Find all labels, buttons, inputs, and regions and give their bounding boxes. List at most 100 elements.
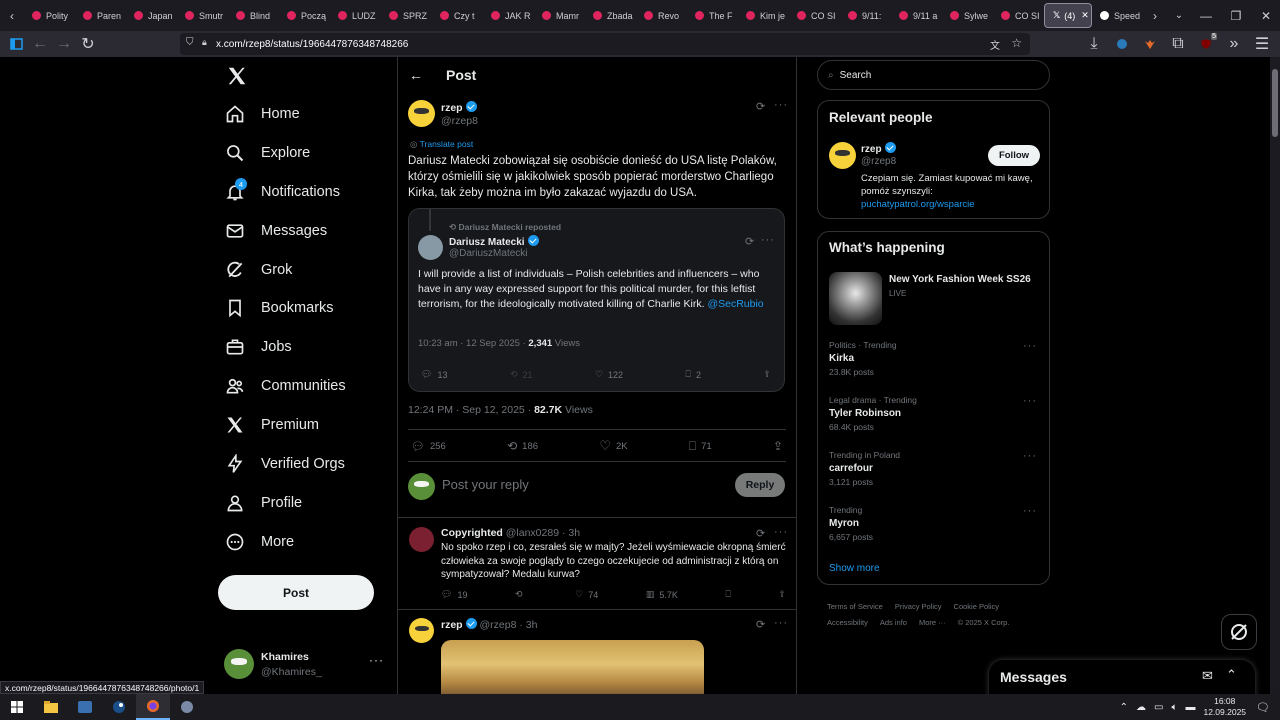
maximize-icon[interactable]: ❐ (1221, 9, 1251, 23)
browser-tab[interactable]: Blind (228, 0, 279, 31)
post-author-name-row[interactable]: rzep (441, 101, 477, 114)
post-time[interactable]: 12:24 PM · Sep 12, 2025 · (408, 404, 534, 416)
browser-tab[interactable]: Począ (279, 0, 330, 31)
app-icon[interactable] (68, 701, 102, 713)
browser-tab[interactable]: LUDZ (330, 0, 381, 31)
post-more-icon[interactable]: ··· (774, 99, 788, 111)
trend-item[interactable]: Legal drama · Trending Tyler Robinson 68.4… (829, 395, 1049, 432)
hamburger-menu-icon[interactable]: ☰ (1250, 33, 1274, 55)
nav-item-grok[interactable]: Grok (222, 251, 292, 289)
browser-tab[interactable]: Kim je (738, 0, 789, 31)
share-button[interactable]: ⇪ (773, 439, 783, 453)
reply-submit-button[interactable]: Reply (735, 473, 785, 497)
tab-speed[interactable]: Speed (1092, 0, 1143, 31)
mention-link[interactable]: @SecRubio (707, 298, 763, 310)
reply-item[interactable]: rzep @rzep8 · 3h ⟳ ··· (398, 610, 796, 694)
scrollbar-thumb[interactable] (1272, 69, 1278, 137)
person-name-row[interactable]: rzep (861, 142, 896, 155)
fox-extension-icon[interactable] (1138, 33, 1162, 55)
reply-views-button[interactable]: ▥ 5.7K (646, 589, 678, 600)
network-icon[interactable]: ▭ (1154, 702, 1163, 713)
star-icon[interactable]: ☆ (1011, 36, 1022, 50)
new-message-icon[interactable]: ✉ (1202, 668, 1213, 684)
reply-time[interactable]: · 3h (519, 619, 537, 631)
browser-tab[interactable]: CO SI (789, 0, 840, 31)
shield-icon[interactable]: ⛉ (186, 37, 194, 48)
reply-time[interactable]: · 3h (562, 527, 580, 539)
nav-item-messages[interactable]: Messages (222, 212, 327, 250)
footer-link[interactable]: Ads info (880, 618, 907, 627)
person-handle[interactable]: @rzep8 (861, 156, 896, 167)
tab-active[interactable]: 𝕏 (4) ✕ (1044, 3, 1092, 28)
grok-explain-icon[interactable]: ⟳ (756, 100, 765, 113)
event-thumbnail[interactable] (829, 272, 882, 325)
vpn-extension-icon[interactable] (1110, 33, 1134, 55)
footer-link[interactable]: Privacy Policy (895, 602, 942, 611)
lock-icon[interactable]: 🔒︎ (202, 37, 207, 48)
show-more-link[interactable]: Show more (829, 563, 880, 574)
account-switcher[interactable]: Khamires @Khamires_ ··· (224, 647, 384, 687)
trend-more-icon[interactable]: ··· (1023, 340, 1037, 352)
nav-item-communities[interactable]: Communities (222, 367, 346, 405)
quoted-bookmark-button[interactable]: ⎕ 2 (686, 369, 701, 380)
overflow-menu-icon[interactable]: » (1222, 33, 1246, 55)
browser-tab[interactable]: The F (687, 0, 738, 31)
browser-tab[interactable]: JAK R (483, 0, 534, 31)
nav-item-notifications[interactable]: 4 Notifications (222, 173, 340, 211)
reply-reply-button[interactable]: 💬︎ 19 (441, 589, 467, 600)
tab-scroll-right-icon[interactable]: › (1143, 9, 1167, 23)
reply-like-button[interactable]: ♡ 74 (575, 589, 598, 600)
browser-tab[interactable]: Czy t (432, 0, 483, 31)
repost-button[interactable]: ⟲ 186 (507, 439, 538, 453)
nav-item-more[interactable]: More (222, 523, 294, 561)
nav-item-premium[interactable]: Premium (222, 406, 319, 444)
browser-tab[interactable]: SPRZ (381, 0, 432, 31)
person-avatar[interactable] (829, 142, 856, 169)
browser-tab[interactable]: Zbada (585, 0, 636, 31)
start-icon[interactable] (0, 701, 34, 713)
browser-tab[interactable]: 9/11 a (891, 0, 942, 31)
translate-icon[interactable]: 文 (990, 37, 1000, 52)
close-tab-icon[interactable]: ✕ (1081, 10, 1089, 21)
tray-clock[interactable]: 16:08 12.09.2025 (1203, 696, 1246, 718)
volume-icon[interactable]: 🔈︎ (1171, 702, 1177, 713)
post-button[interactable]: Post (218, 575, 374, 610)
footer-link[interactable]: More ··· (919, 618, 946, 627)
firefox-icon[interactable] (136, 694, 170, 720)
back-icon[interactable]: ← (28, 33, 52, 55)
trend-more-icon[interactable]: ··· (1023, 450, 1037, 462)
quoted-time[interactable]: 10:23 am · 12 Sep 2025 · (418, 338, 528, 349)
quoted-more-icon[interactable]: ··· (761, 234, 775, 246)
battery-icon[interactable]: ▬ (1185, 702, 1195, 713)
quoted-like-button[interactable]: ♡ 122 (595, 369, 623, 380)
browser-tab[interactable]: Polity (24, 0, 75, 31)
reply-image[interactable] (441, 640, 704, 694)
reply-button[interactable]: 💬︎ 256 (411, 440, 446, 453)
window-close-icon[interactable]: ✕ (1251, 9, 1280, 23)
notification-center-icon[interactable]: 🗨︎ (1256, 701, 1270, 714)
messages-drawer[interactable]: Messages ✉ ⌃ (989, 660, 1255, 694)
expand-drawer-icon[interactable]: ⌃ (1226, 667, 1237, 683)
reply-share-button[interactable]: ⇪ (778, 589, 786, 600)
person-link[interactable]: puchatypatrol.org/wsparcie (861, 199, 975, 210)
reply-avatar[interactable] (409, 527, 434, 552)
back-arrow-icon[interactable]: ← (409, 67, 423, 83)
reply-more-icon[interactable]: ··· (774, 617, 788, 629)
footer-link[interactable]: Accessibility (827, 618, 868, 627)
reply-repost-button[interactable]: ⟲ (515, 589, 528, 600)
account-more-icon[interactable]: ··· (369, 653, 384, 667)
quoted-grok-icon[interactable]: ⟳ (745, 235, 754, 248)
reply-avatar[interactable] (409, 618, 434, 643)
follow-button[interactable]: Follow (988, 145, 1040, 166)
tray-chevron-icon[interactable]: ⌃ (1120, 702, 1128, 713)
trend-more-icon[interactable]: ··· (1023, 395, 1037, 407)
post-author-handle[interactable]: @rzep8 (441, 115, 478, 127)
quoted-share-button[interactable]: ⇪ (763, 369, 771, 380)
footer-link[interactable]: Cookie Policy (954, 602, 999, 611)
browser-tab[interactable]: CO SI (993, 0, 1044, 31)
trend-more-icon[interactable]: ··· (1023, 505, 1037, 517)
trend-item[interactable]: Politics · Trending Kirka 23.8K posts ··· (829, 340, 1049, 377)
reply-item[interactable]: Copyrighted @lanx0289 · 3h ⟳ ··· No spok… (398, 518, 796, 613)
minimize-icon[interactable]: — (1191, 9, 1221, 23)
translate-post-link[interactable]: ◎ Translate post (410, 139, 473, 150)
